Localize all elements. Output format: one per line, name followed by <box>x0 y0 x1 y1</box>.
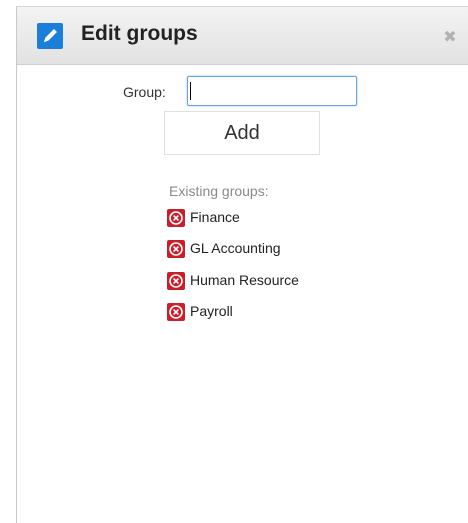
remove-group-icon[interactable] <box>167 240 185 259</box>
close-icon[interactable]: ✖ <box>442 29 458 45</box>
group-name: Payroll <box>190 302 233 319</box>
list-item: GL Accounting <box>167 238 299 269</box>
group-name: Human Resource <box>190 271 299 288</box>
dialog-title: Edit groups <box>81 22 198 45</box>
pencil-icon <box>37 23 63 49</box>
group-field-label: Group: <box>123 84 166 100</box>
remove-group-icon[interactable] <box>167 271 185 290</box>
dialog-titlebar: Edit groups ✖ <box>17 7 468 65</box>
list-item: Human Resource <box>167 270 299 301</box>
list-item: Finance <box>167 207 299 238</box>
remove-group-icon[interactable] <box>167 302 185 321</box>
group-name: Finance <box>190 209 240 225</box>
group-input[interactable] <box>187 76 357 106</box>
edit-groups-dialog: Edit groups ✖ Group: Add Existing groups… <box>16 6 468 523</box>
group-name: GL Accounting <box>190 240 281 257</box>
add-button[interactable]: Add <box>164 111 320 155</box>
remove-group-icon[interactable] <box>167 209 185 227</box>
text-caret <box>190 82 191 100</box>
list-item: Payroll <box>167 301 299 332</box>
group-list: Finance GL Accounting Human Resource Pay… <box>167 207 299 332</box>
existing-groups-label: Existing groups: <box>169 183 269 199</box>
